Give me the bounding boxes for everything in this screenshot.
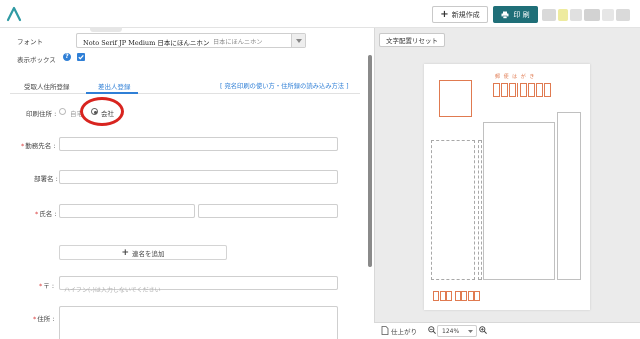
- zoom-out-icon[interactable]: [428, 326, 436, 334]
- postal-code-boxes: [493, 83, 516, 97]
- last-name-input[interactable]: [59, 204, 195, 218]
- first-name-input[interactable]: [198, 204, 338, 218]
- postcard-header: 郵 便 は が き: [495, 74, 536, 80]
- sender-name-box: [478, 140, 482, 280]
- display-box-label: 表示ボックス: [17, 56, 56, 64]
- new-button[interactable]: + 新規作成: [432, 6, 488, 23]
- display-box-checkbox[interactable]: [77, 53, 85, 61]
- postal-code-divider: [517, 83, 518, 97]
- name-label: *氏名 :: [35, 210, 57, 218]
- user-account-menu[interactable]: [542, 6, 632, 23]
- postal-code-placeholder: ハイフン(-)は入力しないでください: [64, 287, 161, 294]
- top-scroll-fade: [90, 27, 122, 32]
- reset-text-layout-button[interactable]: 文字配置リセット: [379, 33, 445, 47]
- font-label: フォント: [17, 38, 43, 46]
- department-input[interactable]: [59, 170, 338, 184]
- add-joint-name-button[interactable]: + 連名を追加: [59, 245, 227, 260]
- postal-code-boxes-right: [520, 83, 551, 97]
- address-text-box: [557, 112, 581, 280]
- add-joint-name-label: 連名を追加: [132, 249, 165, 258]
- address-label: *住所 :: [33, 315, 55, 323]
- tab-recipient-registration[interactable]: 受取人住所登録: [24, 81, 70, 91]
- tab-sender-registration[interactable]: 差出人登録: [98, 81, 131, 91]
- zoom-in-icon[interactable]: [479, 326, 487, 334]
- radio-home[interactable]: [59, 108, 66, 115]
- checkmark-icon: [78, 54, 84, 60]
- font-select-value: Noto Serif JP Medium 日本にほんニホン: [83, 39, 210, 47]
- finish-label[interactable]: 仕上がり: [391, 326, 417, 336]
- chevron-down-icon: [468, 329, 473, 333]
- address-textarea[interactable]: [59, 306, 338, 339]
- highlight-annotation-circle: [80, 97, 124, 126]
- active-tab-indicator: [86, 92, 138, 94]
- recipient-name-box: [483, 122, 555, 280]
- form-scrollbar[interactable]: [368, 55, 372, 267]
- sender-postal-boxes: [433, 291, 480, 301]
- app-logo-icon[interactable]: [6, 6, 22, 22]
- print-button-label: 印 刷: [513, 10, 530, 19]
- printer-icon: [501, 11, 509, 19]
- document-icon: [381, 326, 389, 335]
- zoom-value: 124%: [442, 327, 460, 335]
- company-name-label: *勤務先名 :: [21, 142, 56, 150]
- font-select[interactable]: Noto Serif JP Medium 日本にほんニホン 日本にほんニホン: [76, 33, 306, 48]
- plus-icon: +: [121, 247, 130, 258]
- department-label: 部署名 :: [34, 175, 58, 183]
- postal-code-label: *〒 :: [39, 282, 55, 290]
- usage-help-link[interactable]: [ 宛名印刷の使い方・住所録の読み込み方法 ]: [220, 81, 349, 90]
- font-sample-text: 日本にほんニホン: [213, 39, 263, 46]
- postcard-preview: 郵 便 は が き: [424, 64, 590, 310]
- print-address-label: 印刷住所 :: [26, 110, 57, 118]
- sender-address-box: [431, 140, 475, 280]
- new-button-label: 新規作成: [451, 10, 480, 19]
- plus-icon: +: [440, 8, 449, 20]
- help-icon[interactable]: ?: [63, 53, 71, 61]
- zoom-select[interactable]: 124%: [437, 325, 477, 337]
- stamp-box: [439, 80, 472, 117]
- chevron-down-icon: [291, 34, 305, 47]
- print-button[interactable]: 印 刷: [493, 6, 538, 23]
- postal-code-input[interactable]: ハイフン(-)は入力しないでください: [59, 276, 338, 294]
- tab-divider: [10, 93, 360, 94]
- company-name-input[interactable]: [59, 137, 338, 151]
